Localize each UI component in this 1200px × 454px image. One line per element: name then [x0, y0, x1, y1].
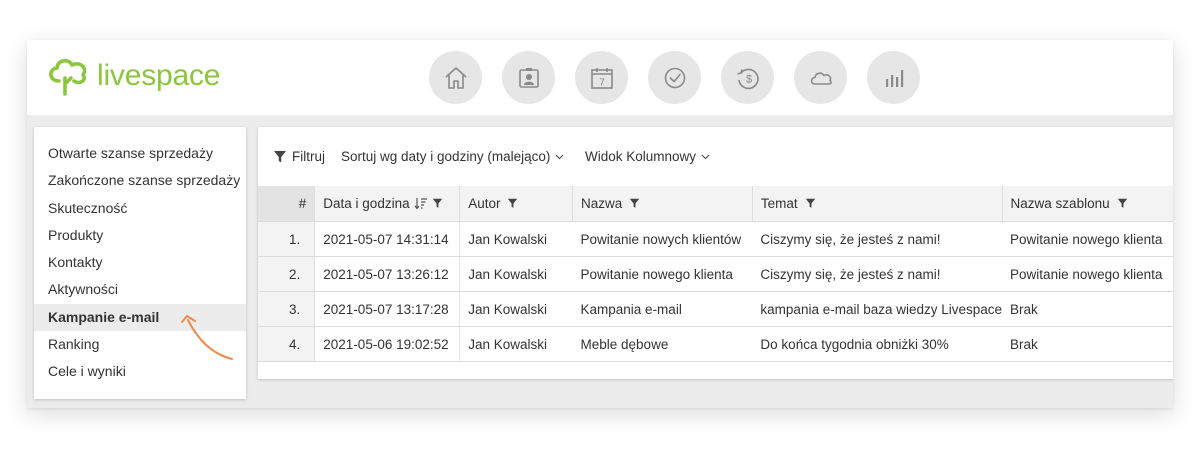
- cell-author: Jan Kowalski: [459, 291, 573, 327]
- cell-date: 2021-05-07 14:31:14: [314, 221, 461, 257]
- sort-dropdown[interactable]: Sortuj wg daty i godziny (malejąco): [341, 149, 564, 164]
- sort-descending-icon[interactable]: [414, 197, 428, 210]
- column-header-author-label: Autor: [468, 196, 501, 211]
- column-header-subject[interactable]: Temat: [752, 186, 1003, 222]
- row-index: 2.: [258, 256, 316, 292]
- cell-subject: Ciszymy się, że jesteś z nami!: [752, 221, 1003, 257]
- nav-home-button[interactable]: [429, 51, 482, 104]
- deals-money-icon: $: [736, 68, 759, 89]
- filter-button[interactable]: Filtruj: [273, 149, 325, 164]
- contacts-icon: [518, 67, 539, 88]
- filter-icon[interactable]: [432, 198, 443, 209]
- main-nav: 7 $: [429, 51, 940, 104]
- pointer-arrow-icon: [181, 315, 233, 360]
- column-header-index: #: [258, 186, 316, 222]
- table-row[interactable]: 2. 2021-05-07 13:26:12 Jan Kowalski Powi…: [258, 256, 1173, 292]
- nav-contacts-button[interactable]: [502, 51, 555, 104]
- cloud-icon: [810, 71, 832, 85]
- view-label: Widok Kolumnowy: [585, 149, 697, 164]
- filter-label: Filtruj: [292, 149, 325, 164]
- column-header-name[interactable]: Nazwa: [572, 186, 753, 222]
- campaigns-table: # Data i godzina Autor Nazwa Temat Nazwa…: [258, 186, 1173, 362]
- tree-logo-icon: [49, 58, 87, 96]
- nav-cloud-button[interactable]: [794, 51, 847, 104]
- column-header-template[interactable]: Nazwa szablonu: [1002, 186, 1173, 222]
- report-panel: Filtruj Sortuj wg daty i godziny (maleją…: [258, 127, 1173, 379]
- cell-subject: kampania e-mail baza wiedzy Livespace: [752, 291, 1003, 327]
- sidebar-item-closed-opportunities[interactable]: Zakończone szanse sprzedaży: [34, 167, 246, 194]
- nav-deals-button[interactable]: $: [721, 51, 774, 104]
- cell-author: Jan Kowalski: [459, 326, 573, 362]
- row-index: 1.: [258, 221, 316, 257]
- cell-template: Brak: [1002, 291, 1173, 327]
- column-header-author[interactable]: Autor: [459, 186, 574, 222]
- cell-subject: Ciszymy się, że jesteś z nami!: [752, 256, 1003, 292]
- filter-icon: [274, 150, 286, 162]
- cell-subject: Do końca tygodnia obniżki 30%: [752, 326, 1003, 362]
- cell-author: Jan Kowalski: [459, 221, 573, 257]
- cell-date: 2021-05-07 13:17:28: [314, 291, 461, 327]
- column-header-template-label: Nazwa szablonu: [1010, 196, 1110, 211]
- cell-date: 2021-05-06 19:02:52: [314, 326, 461, 362]
- nav-reports-button[interactable]: [867, 51, 920, 104]
- filter-icon[interactable]: [507, 198, 518, 209]
- cell-author: Jan Kowalski: [459, 256, 573, 292]
- filter-icon[interactable]: [629, 198, 640, 209]
- row-index: 3.: [258, 291, 316, 327]
- table-row[interactable]: 1. 2021-05-07 14:31:14 Jan Kowalski Powi…: [258, 221, 1173, 257]
- report-toolbar: Filtruj Sortuj wg daty i godziny (maleją…: [258, 127, 1173, 187]
- view-dropdown[interactable]: Widok Kolumnowy: [585, 149, 710, 164]
- cell-name: Powitanie nowych klientów: [572, 221, 753, 257]
- cell-template: Powitanie nowego klienta: [1002, 221, 1173, 257]
- sidebar-item-effectiveness[interactable]: Skuteczność: [34, 195, 246, 222]
- table-row[interactable]: 3. 2021-05-07 13:17:28 Jan Kowalski Kamp…: [258, 291, 1173, 327]
- chevron-down-icon: [555, 154, 564, 159]
- filter-icon[interactable]: [805, 198, 816, 209]
- table-header-row: # Data i godzina Autor Nazwa Temat Nazwa…: [258, 186, 1173, 222]
- column-header-name-label: Nazwa: [581, 196, 623, 211]
- nav-calendar-button[interactable]: 7: [575, 51, 628, 104]
- cell-name: Powitanie nowego klienta: [572, 256, 753, 292]
- tasks-check-icon: [664, 67, 685, 88]
- sort-label: Sortuj wg daty i godziny (malejąco): [341, 149, 551, 164]
- chevron-down-icon: [701, 154, 710, 159]
- cell-name: Meble dębowe: [572, 326, 753, 362]
- calendar-day-label: 7: [599, 77, 605, 88]
- column-header-subject-label: Temat: [760, 196, 798, 211]
- row-index: 4.: [258, 326, 316, 362]
- sidebar-item-products[interactable]: Produkty: [34, 222, 246, 249]
- filter-icon[interactable]: [1117, 198, 1128, 209]
- cell-template: Powitanie nowego klienta: [1002, 256, 1173, 292]
- cell-name: Kampania e-mail: [572, 291, 753, 327]
- cell-template: Brak: [1002, 326, 1173, 362]
- column-header-date[interactable]: Data i godzina: [314, 186, 461, 222]
- column-header-date-label: Data i godzina: [323, 196, 410, 211]
- calendar-icon: 7: [590, 67, 613, 89]
- home-icon: [444, 66, 467, 89]
- cell-date: 2021-05-07 13:26:12: [314, 256, 461, 292]
- reports-chart-icon: [885, 69, 903, 87]
- sidebar-item-activities[interactable]: Aktywności: [34, 276, 246, 303]
- brand-name: livespace: [97, 59, 221, 92]
- top-bar: livespace 7 $: [27, 40, 1173, 115]
- nav-tasks-button[interactable]: [648, 51, 701, 104]
- sidebar-item-contacts[interactable]: Kontakty: [34, 249, 246, 276]
- sidebar-item-open-opportunities[interactable]: Otwarte szanse sprzedaży: [34, 140, 246, 167]
- table-row[interactable]: 4. 2021-05-06 19:02:52 Jan Kowalski Mebl…: [258, 326, 1173, 362]
- livespace-logo[interactable]: livespace: [45, 54, 220, 98]
- svg-text:$: $: [745, 73, 751, 85]
